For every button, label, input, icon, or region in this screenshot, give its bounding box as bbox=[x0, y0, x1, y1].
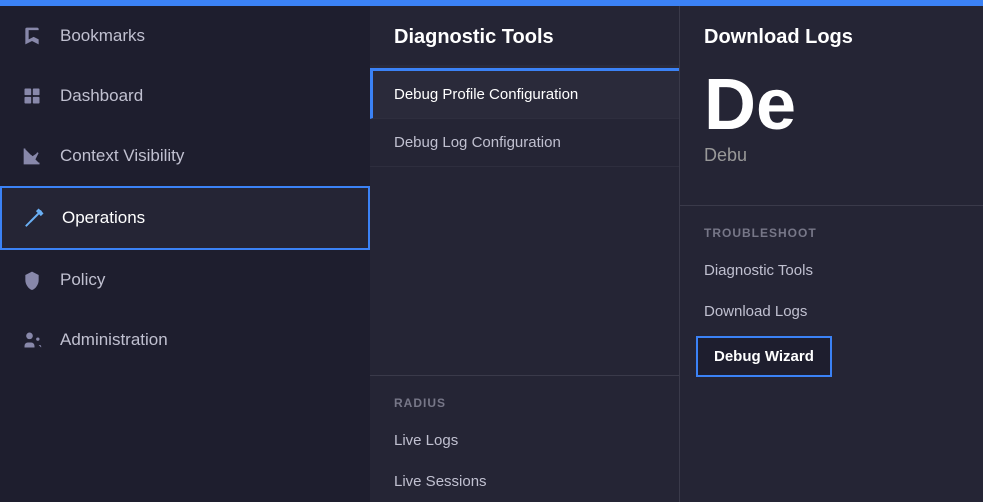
admin-icon bbox=[20, 328, 44, 352]
chart-icon bbox=[20, 144, 44, 168]
debug-profile-configuration[interactable]: Debug Profile Configuration bbox=[370, 71, 679, 119]
bookmark-icon bbox=[20, 24, 44, 48]
sidebar-item-context-visibility[interactable]: Context Visibility bbox=[0, 126, 370, 186]
troubleshoot-download-logs[interactable]: Download Logs bbox=[680, 291, 983, 332]
sidebar-item-label: Operations bbox=[62, 208, 145, 228]
troubleshoot-debug-wizard[interactable]: Debug Wizard bbox=[696, 336, 832, 377]
radius-section-label: RADIUS bbox=[370, 376, 679, 420]
download-logs-header: Download Logs bbox=[704, 26, 959, 49]
sidebar-item-label: Policy bbox=[60, 270, 105, 290]
shield-icon bbox=[20, 268, 44, 292]
download-partial-subtext: Debu bbox=[704, 145, 959, 166]
download-partial-text: De bbox=[704, 69, 959, 141]
sidebar-item-dashboard[interactable]: Dashboard bbox=[0, 66, 370, 126]
sidebar-item-policy[interactable]: Policy bbox=[0, 250, 370, 310]
sidebar-item-label: Context Visibility bbox=[60, 146, 184, 166]
diagnostic-tools-header: Diagnostic Tools bbox=[370, 6, 679, 68]
troubleshoot-section: Troubleshoot Diagnostic Tools Download L… bbox=[680, 206, 983, 502]
sidebar-item-bookmarks[interactable]: Bookmarks bbox=[0, 6, 370, 66]
dropdown-panel: Diagnostic Tools Debug Profile Configura… bbox=[370, 6, 983, 502]
top-bar bbox=[0, 0, 983, 6]
debug-log-configuration[interactable]: Debug Log Configuration bbox=[370, 119, 679, 167]
sidebar-item-administration[interactable]: Administration bbox=[0, 310, 370, 370]
sidebar-item-label: Dashboard bbox=[60, 86, 143, 106]
download-logs-header-area: Download Logs De Debu bbox=[680, 6, 983, 205]
sidebar: Bookmarks Dashboard Context Visibility bbox=[0, 6, 370, 502]
troubleshoot-section-label: Troubleshoot bbox=[680, 206, 983, 250]
live-logs[interactable]: Live Logs bbox=[370, 420, 679, 461]
tools-icon bbox=[22, 206, 46, 230]
sidebar-item-label: Administration bbox=[60, 330, 168, 350]
sidebar-item-operations[interactable]: Operations bbox=[0, 186, 370, 250]
troubleshoot-diagnostic-tools[interactable]: Diagnostic Tools bbox=[680, 250, 983, 291]
live-sessions[interactable]: Live Sessions bbox=[370, 461, 679, 502]
dashboard-icon bbox=[20, 84, 44, 108]
sidebar-item-label: Bookmarks bbox=[60, 26, 145, 46]
